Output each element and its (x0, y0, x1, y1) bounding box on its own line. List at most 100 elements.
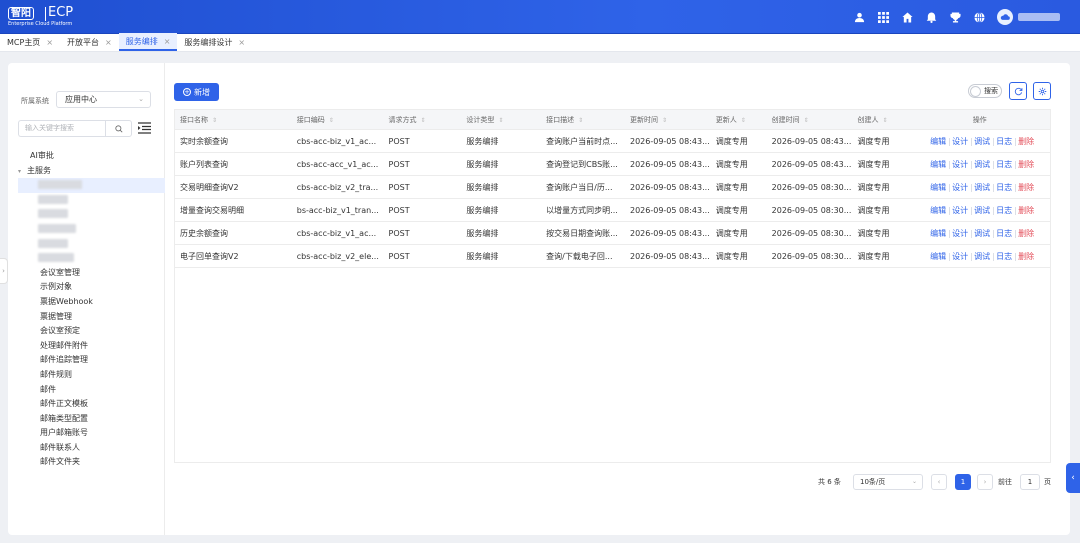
close-icon[interactable]: × (164, 37, 171, 46)
tree-item[interactable]: 会议室管理 (18, 266, 165, 281)
tree-item-main-service[interactable]: ▾ 主服务 (18, 164, 165, 179)
goto-page-input[interactable]: 1 (1020, 474, 1040, 490)
delete-link[interactable]: 删除 (1015, 130, 1037, 152)
next-page-button[interactable]: › (977, 474, 993, 490)
tab-service-orchestration[interactable]: 服务编排 × (118, 33, 178, 51)
prev-page-button[interactable]: ‹ (931, 474, 947, 490)
column-header[interactable]: 接口描述 ⇕ (541, 110, 625, 129)
log-link[interactable]: 日志 (993, 222, 1015, 244)
bell-icon[interactable] (925, 11, 938, 24)
edit-link[interactable]: 编辑 (927, 176, 949, 198)
app-logo[interactable]: 智阳 ECP Enterprise Cloud Platform (8, 5, 78, 29)
edit-link[interactable]: 编辑 (927, 199, 949, 221)
edit-link[interactable]: 编辑 (927, 222, 949, 244)
tree-item[interactable]: 会议室预定 (18, 324, 165, 339)
tree-item[interactable]: 示例对象 (18, 280, 165, 295)
column-header[interactable]: 创建时间 ⇕ (767, 110, 853, 129)
sort-icon[interactable]: ⇕ (421, 117, 426, 124)
debug-link[interactable]: 调试 (971, 153, 993, 175)
tree-search-input[interactable]: 输入关键字搜索 (18, 120, 105, 137)
tree-item-redacted[interactable] (18, 222, 165, 237)
tree-item-redacted[interactable] (18, 237, 165, 252)
sort-icon[interactable]: ⇕ (804, 117, 809, 124)
column-header[interactable]: 创建人 ⇕ (852, 110, 909, 129)
close-icon[interactable]: × (238, 38, 245, 47)
tree-item-redacted[interactable] (18, 251, 165, 266)
trophy-icon[interactable] (949, 11, 962, 24)
column-header[interactable]: 设计类型 ⇕ (461, 110, 541, 129)
page-button-current[interactable]: 1 (955, 474, 971, 490)
sort-icon[interactable]: ⇕ (212, 117, 217, 124)
delete-link[interactable]: 删除 (1015, 222, 1037, 244)
sort-icon[interactable]: ⇕ (578, 117, 583, 124)
expand-left-button[interactable]: › (0, 258, 8, 284)
refresh-button[interactable] (1009, 82, 1027, 100)
delete-link[interactable]: 删除 (1015, 176, 1037, 198)
debug-link[interactable]: 调试 (971, 245, 993, 267)
log-link[interactable]: 日志 (993, 130, 1015, 152)
tree-item[interactable]: 邮件联系人 (18, 441, 165, 456)
tree-item[interactable]: 邮件正文模板 (18, 397, 165, 412)
table-row[interactable]: 电子回单查询V2 cbs-acc-biz_v2_ele... POST 服务编排 查询/… (175, 245, 1050, 268)
column-header[interactable]: 更新人 ⇕ (711, 110, 767, 129)
delete-link[interactable]: 删除 (1015, 245, 1037, 267)
log-link[interactable]: 日志 (993, 176, 1015, 198)
settings-button[interactable] (1033, 82, 1051, 100)
column-header[interactable]: 接口编码 ⇕ (292, 110, 384, 129)
tree-item[interactable]: 邮件追踪管理 (18, 353, 165, 368)
collapse-tree-icon[interactable] (138, 122, 151, 134)
design-link[interactable]: 设计 (949, 199, 971, 221)
table-row[interactable]: 账户列表查询 cbs-acc-acc_v1_ac... POST 服务编排 查询登记到C… (175, 153, 1050, 176)
design-link[interactable]: 设计 (949, 153, 971, 175)
close-icon[interactable]: × (105, 38, 112, 47)
column-header[interactable]: 请求方式 ⇕ (384, 110, 462, 129)
tab-mcp-home[interactable]: MCP主页 × (0, 33, 60, 51)
design-link[interactable]: 设计 (949, 222, 971, 244)
collapse-right-button[interactable]: ‹ (1066, 463, 1080, 493)
debug-link[interactable]: 调试 (971, 130, 993, 152)
table-row[interactable]: 历史余额查询 cbs-acc-biz_v1_ac... POST 服务编排 按交易日期查… (175, 222, 1050, 245)
tab-open-platform[interactable]: 开放平台 × (60, 33, 119, 51)
sort-icon[interactable]: ⇕ (882, 117, 887, 124)
tree-item-selected[interactable] (18, 178, 165, 193)
tree-item[interactable]: 邮箱类型配置 (18, 412, 165, 427)
sort-icon[interactable]: ⇕ (662, 117, 667, 124)
tree-item-redacted[interactable] (18, 207, 165, 222)
page-size-select[interactable]: 10条/页 ⌄ (853, 474, 923, 490)
log-link[interactable]: 日志 (993, 245, 1015, 267)
user-name[interactable] (1018, 13, 1060, 21)
sort-icon[interactable]: ⇕ (741, 117, 746, 124)
tree-search-button[interactable] (105, 120, 132, 137)
search-toggle[interactable]: 搜索 (968, 84, 1002, 98)
debug-link[interactable]: 调试 (971, 222, 993, 244)
table-row[interactable]: 交易明细查询V2 cbs-acc-biz_v2_tra... POST 服务编排 查询账… (175, 176, 1050, 199)
edit-link[interactable]: 编辑 (927, 245, 949, 267)
edit-link[interactable]: 编辑 (927, 153, 949, 175)
design-link[interactable]: 设计 (949, 245, 971, 267)
design-link[interactable]: 设计 (949, 176, 971, 198)
tree-item-ai-approval[interactable]: AI审批 (18, 149, 165, 164)
home-icon[interactable] (901, 11, 914, 24)
tree-item[interactable]: 票据Webhook (18, 295, 165, 310)
tree-item[interactable]: 邮件文件夹 (18, 455, 165, 470)
log-link[interactable]: 日志 (993, 153, 1015, 175)
tree-item[interactable]: 用户邮箱账号 (18, 426, 165, 441)
sort-icon[interactable]: ⇕ (329, 117, 334, 124)
user-icon[interactable] (853, 11, 866, 24)
system-select[interactable]: 应用中心 ⌄ (56, 91, 151, 108)
grid-icon[interactable] (877, 11, 890, 24)
sort-icon[interactable]: ⇕ (498, 117, 503, 124)
tree-item[interactable]: 处理邮件附件 (18, 339, 165, 354)
tab-orchestration-design[interactable]: 服务编排设计 × (177, 33, 252, 51)
avatar[interactable] (997, 9, 1013, 25)
column-header[interactable]: 接口名称 ⇕ (175, 110, 292, 129)
table-row[interactable]: 实时余额查询 cbs-acc-biz_v1_ac... POST 服务编排 查询账户当前… (175, 130, 1050, 153)
debug-link[interactable]: 调试 (971, 176, 993, 198)
edit-link[interactable]: 编辑 (927, 130, 949, 152)
delete-link[interactable]: 删除 (1015, 199, 1037, 221)
tree-item[interactable]: 邮件规则 (18, 368, 165, 383)
add-button[interactable]: + 新增 (174, 83, 219, 101)
caret-down-icon[interactable]: ▾ (18, 165, 27, 180)
log-link[interactable]: 日志 (993, 199, 1015, 221)
design-link[interactable]: 设计 (949, 130, 971, 152)
